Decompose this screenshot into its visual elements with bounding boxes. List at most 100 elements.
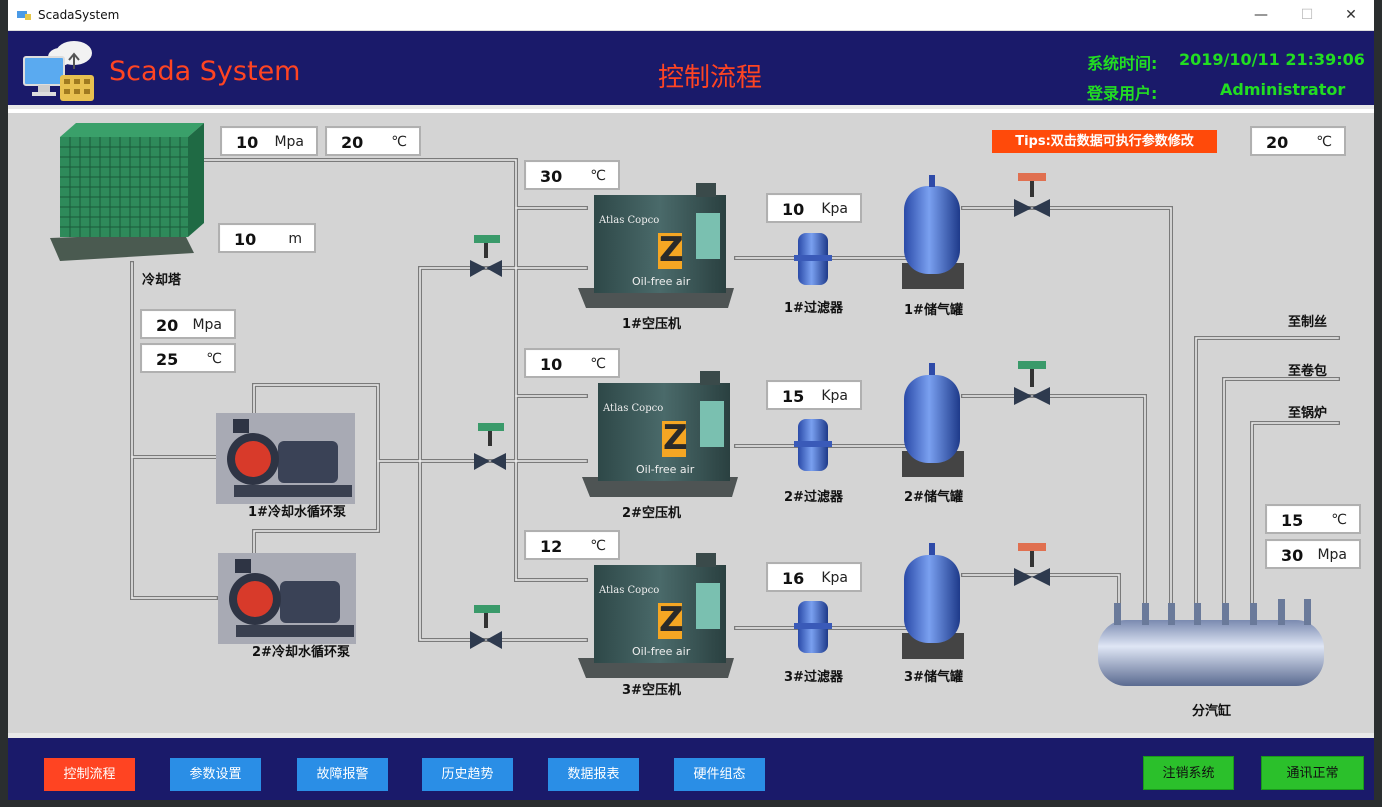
- compressor-2-temp-value: 10: [540, 355, 563, 374]
- compressor-1-temp[interactable]: 30 ℃: [524, 160, 620, 190]
- compressor-3-temp[interactable]: 12 ℃: [524, 530, 620, 560]
- cloud-computer-logo-icon: [23, 41, 94, 101]
- process-diagram: [50, 123, 1340, 686]
- pump-2-icon: [218, 553, 356, 644]
- tips-banner: Tips:双击数据可执行参数修改: [992, 130, 1217, 153]
- filter-3-pressure[interactable]: 16 Kpa: [766, 562, 862, 592]
- ambient-temp-unit: ℃: [1316, 134, 1332, 150]
- cooling-tower-level[interactable]: 10 m: [218, 223, 316, 253]
- compressor-1-icon: [578, 183, 734, 308]
- output-label-2: 至卷包: [1288, 364, 1328, 379]
- steam-header-temp-unit: ℃: [1331, 512, 1347, 528]
- compressor-3-label: 3#空压机: [622, 683, 681, 698]
- steam-header-label: 分汽缸: [1192, 704, 1232, 719]
- app-window: ScadaSystem — ☐ ✕ Scada System 控制流程 系统时间…: [8, 0, 1374, 800]
- cooling-tower-temp[interactable]: 20 ℃: [325, 126, 421, 156]
- output-label-3: 至锅炉: [1288, 406, 1328, 421]
- compressor-1-label: 1#空压机: [622, 317, 681, 332]
- compressor-2-icon: [582, 371, 738, 497]
- compressor-2-label: 2#空压机: [622, 506, 681, 521]
- cooling-tower-level-unit: m: [288, 231, 302, 247]
- pump-2-label: 2#冷却水循环泵: [252, 645, 350, 660]
- filter-3-pressure-unit: Kpa: [821, 570, 848, 586]
- filter-1-pressure-unit: Kpa: [821, 201, 848, 217]
- filter-2-pressure[interactable]: 15 Kpa: [766, 380, 862, 410]
- output-label-1: 至制丝: [1288, 315, 1328, 330]
- compressor-2-tag: Oil-free air: [636, 463, 695, 476]
- ambient-temp-value: 20: [1266, 133, 1289, 152]
- system-time-value: 2019/10/11 21:39:06: [1179, 50, 1365, 69]
- system-time-label: 系统时间:: [1087, 54, 1158, 73]
- cooling-tower-temp-unit: ℃: [391, 134, 407, 150]
- steam-header-temp[interactable]: 15 ℃: [1265, 504, 1361, 534]
- pump-inlet-pressure[interactable]: 20 Mpa: [140, 309, 236, 339]
- cooling-tower-label: 冷却塔: [142, 273, 182, 288]
- ambient-temp[interactable]: 20 ℃: [1250, 126, 1346, 156]
- cooling-tower-pressure-value: 10: [236, 133, 259, 152]
- nav-alarms[interactable]: 故障报警: [297, 758, 388, 791]
- logout-button[interactable]: 注销系统: [1143, 756, 1234, 790]
- compressor-1-brand: Atlas Copco: [599, 215, 660, 226]
- compressor-3-icon: [578, 553, 734, 678]
- nav-parameters[interactable]: 参数设置: [170, 758, 261, 791]
- minimize-button[interactable]: —: [1238, 0, 1284, 31]
- valve-icon: [470, 235, 506, 649]
- pump-inlet-temp-value: 25: [156, 350, 179, 369]
- tank-3-label: 3#储气罐: [904, 670, 963, 685]
- close-button[interactable]: ✕: [1328, 0, 1374, 31]
- filter-2-pressure-value: 15: [782, 387, 805, 406]
- compressor-1-temp-unit: ℃: [590, 168, 606, 184]
- cooling-tower-level-value: 10: [234, 230, 257, 249]
- pump-inlet-pressure-value: 20: [156, 316, 179, 335]
- filter-3-label: 3#过滤器: [784, 670, 843, 685]
- tank-1-label: 1#储气罐: [904, 303, 963, 318]
- pump-1-label: 1#冷却水循环泵: [248, 505, 346, 520]
- window-title: ScadaSystem: [38, 8, 120, 22]
- cooling-tower-temp-value: 20: [341, 133, 364, 152]
- filter-3-pressure-value: 16: [782, 569, 805, 588]
- footer-bar: 控制流程 参数设置 故障报警 历史趋势 数据报表 硬件组态 注销系统 通讯正常: [8, 733, 1374, 800]
- steam-header-icon: [1098, 599, 1324, 686]
- pump-inlet-pressure-unit: Mpa: [192, 317, 222, 333]
- app-name: Scada System: [109, 56, 301, 87]
- page-title: 控制流程: [658, 63, 763, 93]
- steam-header-temp-value: 15: [1281, 511, 1304, 530]
- steam-header-pressure-value: 30: [1281, 546, 1304, 565]
- compressor-2-temp[interactable]: 10 ℃: [524, 348, 620, 378]
- outlet-valve-icon: [1014, 173, 1050, 586]
- compressor-1-tag: Oil-free air: [632, 275, 691, 288]
- compressor-3-temp-value: 12: [540, 537, 563, 556]
- comm-status-button[interactable]: 通讯正常: [1261, 756, 1364, 790]
- filter-2-label: 2#过滤器: [784, 490, 843, 505]
- maximize-button[interactable]: ☐: [1284, 0, 1330, 31]
- nav-hardware[interactable]: 硬件组态: [674, 758, 765, 791]
- login-user-label: 登录用户:: [1087, 84, 1158, 103]
- compressor-2-brand: Atlas Copco: [603, 403, 664, 414]
- compressor-1-temp-value: 30: [540, 167, 563, 186]
- nav-reports[interactable]: 数据报表: [548, 758, 639, 791]
- title-bar: ScadaSystem — ☐ ✕: [8, 0, 1374, 31]
- compressor-2-badge: Z: [663, 418, 688, 458]
- pump-1-icon: [216, 413, 355, 504]
- tank-2-label: 2#储气罐: [904, 490, 963, 505]
- nav-control-flow[interactable]: 控制流程: [44, 758, 135, 791]
- compressor-3-brand: Atlas Copco: [599, 585, 660, 596]
- process-canvas: Atlas Copco Z Oil-free air Atlas Copco Z…: [8, 113, 1374, 733]
- nav-history[interactable]: 历史趋势: [422, 758, 513, 791]
- compressor-3-badge: Z: [659, 600, 684, 640]
- filter-1-pressure-value: 10: [782, 200, 805, 219]
- header-bar: Scada System 控制流程 系统时间: 2019/10/11 21:39…: [8, 31, 1374, 109]
- compressor-3-temp-unit: ℃: [590, 538, 606, 554]
- steam-header-pressure-unit: Mpa: [1317, 547, 1347, 563]
- login-user-value: Administrator: [1220, 80, 1346, 99]
- filter-2-pressure-unit: Kpa: [821, 388, 848, 404]
- filter-1-label: 1#过滤器: [784, 301, 843, 316]
- storage-tank-icon: [902, 175, 964, 659]
- filter-1-pressure[interactable]: 10 Kpa: [766, 193, 862, 223]
- compressor-1-badge: Z: [659, 230, 684, 270]
- pump-inlet-temp-unit: ℃: [206, 351, 222, 367]
- cooling-tower-pressure[interactable]: 10 Mpa: [220, 126, 318, 156]
- compressor-3-tag: Oil-free air: [632, 645, 691, 658]
- steam-header-pressure[interactable]: 30 Mpa: [1265, 539, 1361, 569]
- pump-inlet-temp[interactable]: 25 ℃: [140, 343, 236, 373]
